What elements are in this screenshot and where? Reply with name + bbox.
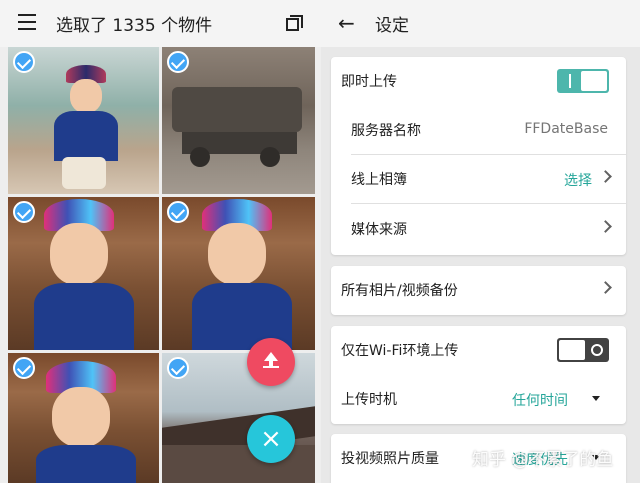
video-quality-label: 投视频照片质量 [341, 451, 439, 467]
online-album-value: 选择 [564, 173, 592, 189]
network-card: 仅在Wi-Fi环境上传 上传时机 任何时间 [331, 326, 626, 424]
back-arrow-icon[interactable]: ← [338, 12, 355, 34]
dropdown-arrow-icon[interactable] [592, 396, 600, 401]
settings-panel: ← 设定 即时上传 服务器名称 FFDateBase 线上相簿 选择 媒体来源 [321, 0, 640, 483]
settings-toolbar: ← 设定 [321, 0, 640, 47]
menu-icon[interactable] [18, 14, 38, 32]
photo-tile[interactable] [8, 197, 159, 350]
select-all-icon[interactable] [286, 15, 304, 33]
wifi-only-label: 仅在Wi-Fi环境上传 [341, 343, 459, 359]
check-circle-icon[interactable] [13, 201, 35, 223]
photo-tile[interactable] [8, 47, 159, 194]
page-title: 设定 [375, 16, 409, 36]
close-icon: × [260, 424, 282, 454]
divider [351, 203, 626, 204]
photo-tile[interactable] [162, 47, 315, 194]
server-name-value: FFDateBase [524, 121, 608, 137]
backup-all-label: 所有相片/视频备份 [341, 283, 458, 299]
wifi-only-row[interactable]: 仅在Wi-Fi环境上传 [331, 326, 626, 375]
upload-settings-card: 即时上传 服务器名称 FFDateBase 线上相簿 选择 媒体来源 [331, 57, 626, 255]
app-screen: 选取了 1335 个物件 × ← 设定 即时上传 服务器名称 FFDateBas… [0, 0, 640, 483]
check-circle-icon[interactable] [167, 357, 189, 379]
upload-button[interactable] [247, 338, 295, 386]
upload-timing-value[interactable]: 任何时间 [512, 390, 568, 410]
check-circle-icon[interactable] [167, 51, 189, 73]
chevron-right-icon [599, 281, 612, 294]
photo-tile[interactable] [8, 353, 159, 483]
check-circle-icon[interactable] [13, 51, 35, 73]
watermark: 知乎 @不累了的鱼 [472, 450, 614, 470]
server-name-row[interactable]: 服务器名称 FFDateBase [331, 106, 626, 155]
server-name-label: 服务器名称 [351, 123, 421, 139]
media-source-label: 媒体来源 [351, 222, 407, 238]
instant-upload-toggle[interactable] [557, 69, 609, 93]
photo-tile[interactable] [162, 197, 315, 350]
chevron-right-icon [599, 220, 612, 233]
backup-card: 所有相片/视频备份 [331, 266, 626, 315]
upload-timing-row[interactable]: 上传时机 任何时间 [331, 375, 626, 424]
online-album-row[interactable]: 线上相簿 选择 [331, 155, 626, 204]
backup-all-row[interactable]: 所有相片/视频备份 [331, 266, 626, 315]
selection-toolbar: 选取了 1335 个物件 [0, 0, 321, 47]
upload-timing-label: 上传时机 [341, 392, 397, 408]
check-circle-icon[interactable] [167, 201, 189, 223]
photo-selection-panel: 选取了 1335 个物件 × [0, 0, 321, 483]
online-album-label: 线上相簿 [351, 172, 407, 188]
instant-upload-row[interactable]: 即时上传 [331, 57, 626, 106]
media-source-row[interactable]: 媒体来源 [331, 205, 626, 254]
wifi-only-toggle[interactable] [557, 338, 609, 362]
chevron-right-icon [599, 170, 612, 183]
instant-upload-label: 即时上传 [341, 74, 397, 90]
check-circle-icon[interactable] [13, 357, 35, 379]
selection-count-title: 选取了 1335 个物件 [56, 16, 213, 36]
close-button[interactable]: × [247, 415, 295, 463]
